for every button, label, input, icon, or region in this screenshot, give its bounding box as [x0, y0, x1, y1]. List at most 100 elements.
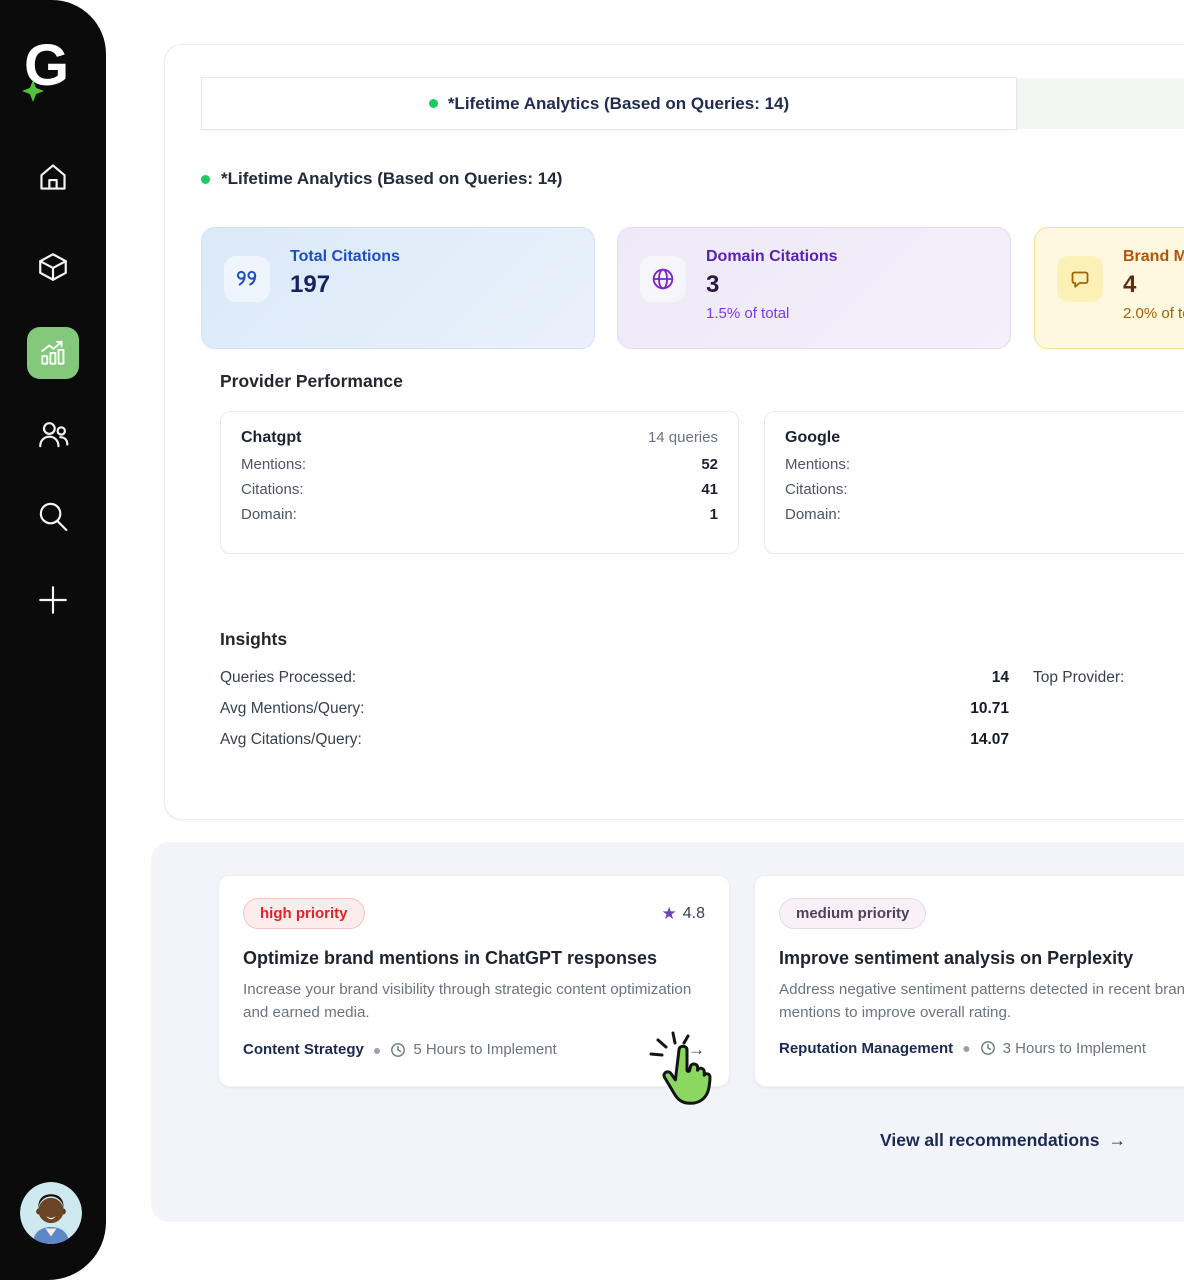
analytics-panel: *Lifetime Analytics (Based on Queries: 1… — [164, 44, 1184, 820]
recommendation-title: Improve sentiment analysis on Perplexity — [779, 948, 1184, 969]
view-all-recommendations-link[interactable]: View all recommendations → — [880, 1130, 1126, 1151]
section-header: *Lifetime Analytics (Based on Queries: 1… — [201, 169, 562, 189]
user-avatar[interactable] — [20, 1182, 82, 1244]
insights-left-column: Queries Processed: 14 Avg Mentions/Query… — [220, 669, 1009, 749]
sidebar: G — [0, 0, 106, 1280]
chat-bubble-icon — [1057, 256, 1103, 302]
stat-subtitle: 2.0% of total — [1123, 305, 1184, 322]
insight-row: Queries Processed: 14 — [220, 669, 1009, 687]
stat-value: 3 — [706, 271, 838, 299]
banner-text: *Lifetime Analytics (Based on Queries: 1… — [448, 94, 789, 114]
insight-row: Avg Citations/Query: 14.07 — [220, 731, 1009, 749]
recommendation-title: Optimize brand mentions in ChatGPT respo… — [243, 948, 705, 969]
recommendation-description: Increase your brand visibility through s… — [243, 979, 695, 1025]
quote-icon — [224, 256, 270, 302]
users-icon — [36, 417, 70, 451]
insight-label: Queries Processed: — [220, 669, 356, 687]
provider-name: Chatgpt — [241, 429, 301, 447]
stat-value: 4 — [1123, 271, 1184, 299]
provider-stat-row: Domain: 1 — [241, 506, 718, 523]
provider-stat-row: Mentions: 52 — [241, 456, 718, 473]
status-dot — [429, 99, 438, 108]
recommendation-card-improve-sentiment[interactable]: medium priority Improve sentiment analys… — [754, 875, 1184, 1087]
avatar-image — [20, 1182, 82, 1244]
star-icon: ★ — [662, 905, 677, 922]
lifetime-analytics-banner: *Lifetime Analytics (Based on Queries: 1… — [201, 77, 1017, 130]
time-label: 3 Hours to Implement — [1003, 1040, 1146, 1057]
sidebar-item-search[interactable] — [36, 499, 70, 533]
insights-heading: Insights — [220, 629, 287, 650]
clock-icon — [980, 1040, 996, 1056]
insight-label: Avg Citations/Query: — [220, 731, 362, 749]
sidebar-item-users[interactable] — [36, 417, 70, 451]
section-header-text: *Lifetime Analytics (Based on Queries: 1… — [221, 169, 562, 189]
stat-title: Total Citations — [290, 248, 400, 266]
app-root: G — [0, 0, 1184, 1280]
sidebar-item-add[interactable] — [36, 583, 70, 617]
arrow-right-icon[interactable]: → — [688, 1040, 705, 1060]
stat-subtitle: 1.5% of total — [706, 305, 838, 322]
provider-performance-heading: Provider Performance — [220, 371, 403, 392]
sidebar-item-analytics-active[interactable] — [27, 327, 79, 379]
category-label: Reputation Management — [779, 1040, 953, 1057]
view-all-label: View all recommendations — [880, 1130, 1099, 1151]
stat-value: 1 — [710, 506, 718, 523]
provider-stat-row: Citations: 41 — [241, 481, 718, 498]
add-icon — [36, 583, 70, 617]
status-dot — [201, 175, 210, 184]
insight-value: 14 — [992, 669, 1009, 687]
arrow-right-icon: → — [1108, 1130, 1126, 1151]
insight-value: 14.07 — [970, 731, 1009, 749]
provider-stat-row: Citations: — [785, 481, 1184, 498]
stat-card-domain-citations[interactable]: Domain Citations 3 1.5% of total — [617, 227, 1011, 349]
clock-icon — [390, 1042, 406, 1058]
rating-value: 4.8 — [683, 905, 705, 923]
insight-row: Avg Mentions/Query: 10.71 — [220, 700, 1009, 718]
insights-right-column: Top Provider: — [1033, 669, 1184, 687]
stat-label: Domain: — [241, 506, 297, 523]
stat-value: 52 — [701, 456, 718, 473]
search-icon — [36, 499, 70, 533]
rating: ★ 4.8 — [662, 905, 706, 923]
brand-logo[interactable]: G — [24, 30, 84, 102]
provider-queries: 14 queries — [648, 429, 718, 446]
insight-label: Top Provider: — [1033, 669, 1124, 687]
recommendation-description: Address negative sentiment patterns dete… — [779, 979, 1184, 1025]
time-to-implement: 3 Hours to Implement — [980, 1040, 1146, 1057]
package-icon — [36, 250, 70, 284]
provider-card-google: Google Mentions: Citations: Domain: — [764, 411, 1184, 554]
sidebar-item-products[interactable] — [36, 250, 70, 284]
stat-label: Mentions: — [241, 456, 306, 473]
analytics-icon — [37, 337, 69, 369]
stat-label: Domain: — [785, 506, 841, 523]
stat-card-total-citations[interactable]: Total Citations 197 — [201, 227, 595, 349]
separator-dot: ● — [962, 1040, 970, 1056]
stat-card-brand-mentions[interactable]: Brand Mentions 4 2.0% of total — [1034, 227, 1184, 349]
stat-label: Citations: — [241, 481, 304, 498]
stat-title: Domain Citations — [706, 248, 838, 266]
time-to-implement: 5 Hours to Implement — [390, 1041, 556, 1058]
insight-label: Avg Mentions/Query: — [220, 700, 364, 718]
stat-label: Mentions: — [785, 456, 850, 473]
recommendations-panel: high priority ★ 4.8 Optimize brand menti… — [151, 842, 1184, 1222]
insight-row: Top Provider: — [1033, 669, 1184, 687]
priority-badge: high priority — [243, 898, 365, 929]
provider-stat-row: Domain: — [785, 506, 1184, 523]
provider-card-chatgpt: Chatgpt 14 queries Mentions: 52 Citation… — [220, 411, 739, 554]
stat-value: 41 — [701, 481, 718, 498]
banner-side-strip — [1017, 78, 1184, 129]
stat-label: Citations: — [785, 481, 848, 498]
separator-dot: ● — [373, 1042, 381, 1058]
stat-value: 197 — [290, 271, 400, 299]
recommendation-card-optimize-brand-mentions[interactable]: high priority ★ 4.8 Optimize brand menti… — [218, 875, 730, 1087]
sidebar-item-home[interactable] — [36, 160, 70, 194]
globe-icon — [640, 256, 686, 302]
time-label: 5 Hours to Implement — [413, 1041, 556, 1058]
priority-badge: medium priority — [779, 898, 926, 929]
provider-name: Google — [785, 429, 840, 447]
insight-value: 10.71 — [970, 700, 1009, 718]
home-icon — [36, 160, 70, 194]
category-label: Content Strategy — [243, 1041, 364, 1058]
stat-title: Brand Mentions — [1123, 248, 1184, 266]
provider-stat-row: Mentions: — [785, 456, 1184, 473]
